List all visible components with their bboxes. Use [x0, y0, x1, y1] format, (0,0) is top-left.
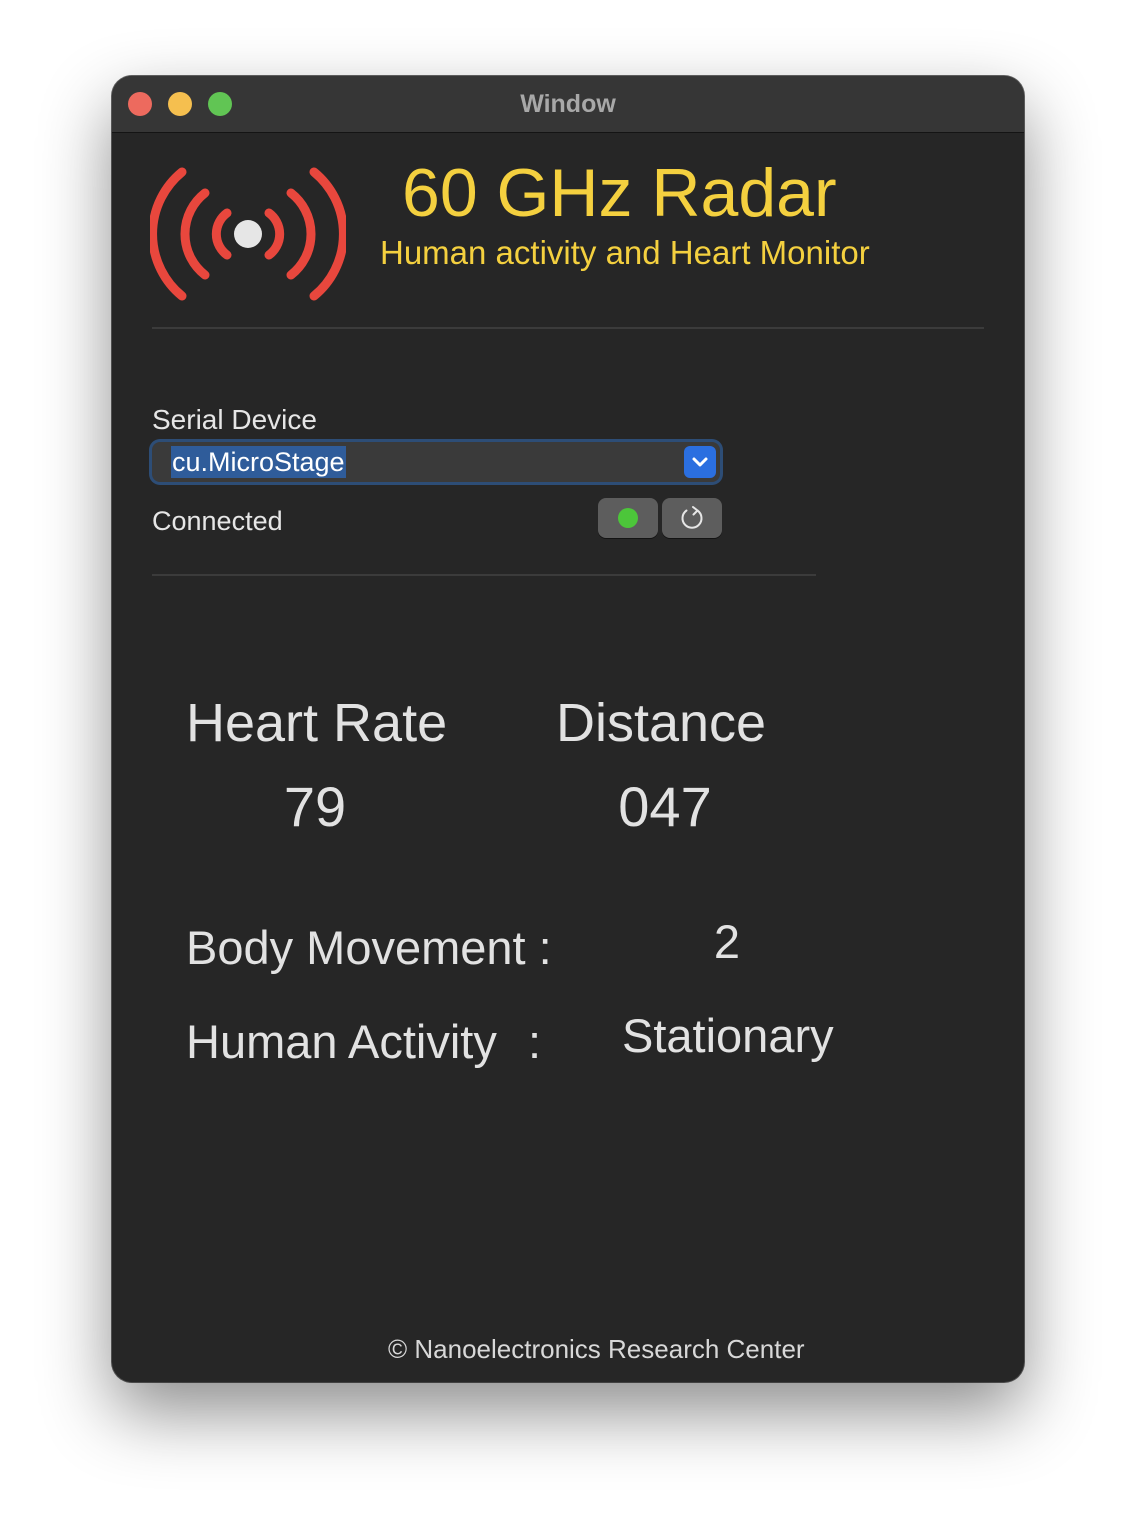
status-led-icon [618, 508, 638, 528]
app-window: Window 60 GHz Radar Human activity and H… [112, 76, 1024, 1382]
window-title: Window [520, 90, 616, 118]
app-title: 60 GHz Radar [402, 155, 837, 231]
human-activity-label: Human Activity [186, 1015, 497, 1068]
body-movement-label: Body Movement : [186, 921, 552, 974]
distance-value: 047 [618, 775, 712, 838]
human-activity-value: Stationary [622, 1009, 834, 1062]
serial-device-value: cu.MicroStage [171, 446, 346, 478]
radar-signal-icon [150, 167, 346, 301]
connect-toggle-button[interactable] [598, 498, 658, 538]
body-movement-value: 2 [713, 915, 741, 968]
human-activity-colon: : [528, 1015, 542, 1068]
serial-device-label: Serial Device [152, 404, 317, 435]
serial-device-select[interactable]: cu.MicroStage [152, 442, 720, 482]
header-divider [152, 327, 984, 329]
refresh-icon [681, 506, 703, 529]
heart-rate-value: 79 [283, 775, 347, 838]
copyright-footer: © Nanoelectronics Research Center [388, 1334, 805, 1364]
connection-status: Connected [152, 506, 283, 536]
chevron-down-icon[interactable] [684, 446, 716, 478]
distance-label: Distance [556, 693, 767, 753]
heart-rate-label: Heart Rate [186, 693, 448, 753]
section-divider [152, 574, 816, 576]
refresh-button[interactable] [662, 498, 722, 538]
app-subtitle: Human activity and Heart Monitor [380, 234, 870, 271]
title-bar[interactable]: Window [112, 76, 1024, 133]
